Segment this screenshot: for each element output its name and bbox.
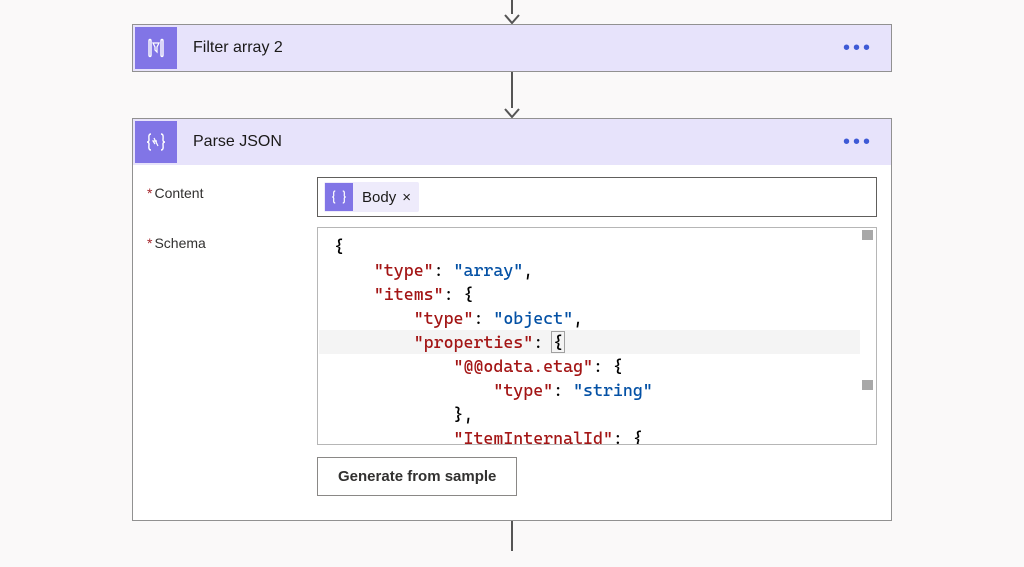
card-menu-button[interactable]: ••• xyxy=(835,33,881,64)
schema-editor[interactable]: { "type": "array", "items": { "type": "o… xyxy=(317,227,877,445)
card-title: Filter array 2 xyxy=(193,39,835,57)
arrow-down-icon xyxy=(504,14,520,24)
required-asterisk: * xyxy=(147,185,152,201)
field-label: *Content xyxy=(147,177,317,201)
token-remove-button[interactable]: × xyxy=(402,190,411,205)
required-asterisk: * xyxy=(147,235,152,251)
flow-arrow-mid xyxy=(504,72,520,118)
card-title: Parse JSON xyxy=(193,133,835,151)
json-icon xyxy=(135,121,177,163)
card-menu-button[interactable]: ••• xyxy=(835,127,881,158)
flow-arrow-bottom xyxy=(511,521,513,551)
flow-arrow-top xyxy=(504,0,520,24)
action-card-filter[interactable]: Filter array 2 ••• xyxy=(132,24,892,72)
card-body: *Content Body × xyxy=(133,165,891,520)
json-icon xyxy=(325,183,353,211)
field-label: *Schema xyxy=(147,227,317,251)
content-input[interactable]: Body × xyxy=(317,177,877,217)
generate-from-sample-button[interactable]: Generate from sample xyxy=(317,457,517,496)
schema-code[interactable]: { "type": "array", "items": { "type": "o… xyxy=(318,228,876,445)
card-header[interactable]: Parse JSON ••• xyxy=(133,119,891,165)
card-header[interactable]: Filter array 2 ••• xyxy=(133,25,891,71)
arrow-down-icon xyxy=(504,108,520,118)
field-row-content: *Content Body × xyxy=(147,177,877,217)
token-label: Body xyxy=(362,189,396,206)
dynamic-content-token[interactable]: Body × xyxy=(324,182,419,212)
action-card-parse-json: Parse JSON ••• *Content xyxy=(132,118,892,521)
field-row-schema: *Schema { "type": "array", "items": { "t… xyxy=(147,227,877,496)
filter-icon xyxy=(135,27,177,69)
